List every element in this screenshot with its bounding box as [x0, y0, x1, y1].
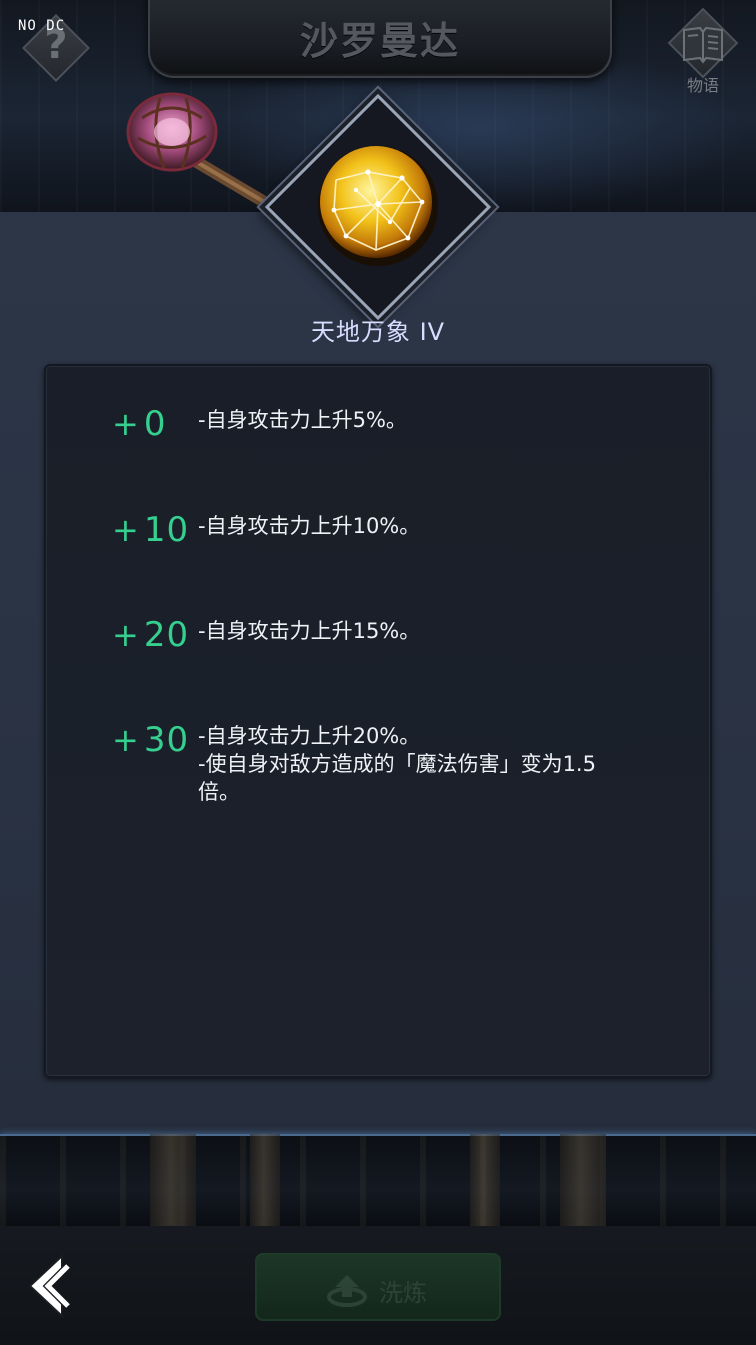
level-line: -自身攻击力上升15%。 [198, 619, 421, 643]
rune-info-panel: +0 -自身攻击力上升5%。 +10 -自身攻击力上升10%。 +20 -自身攻… [44, 364, 712, 1078]
level-description: -自身攻击力上升10%。 [198, 512, 668, 540]
level-tag: +20 [112, 615, 190, 655]
pillar-decor [250, 1134, 280, 1226]
level-line: -自身攻击力上升20%。 [198, 724, 421, 748]
pillar-decor [560, 1134, 606, 1226]
debug-label: NO DC [18, 18, 66, 34]
page-title: 沙罗曼达 [299, 19, 460, 63]
story-label: 物语 [686, 76, 719, 95]
rune-name: 天地万象 IV [310, 318, 446, 346]
level-line: -使自身对敌方造成的「魔法伤害」变为1.5 [198, 752, 596, 776]
level-tag: +30 [112, 720, 190, 760]
level-line: -自身攻击力上升5%。 [198, 408, 407, 432]
refine-upload-icon [327, 1275, 367, 1307]
level-tag: +10 [112, 510, 190, 550]
level-description: -自身攻击力上升5%。 [198, 406, 668, 434]
level-description: -自身攻击力上升15%。 [198, 617, 668, 645]
refine-label: 洗炼 [379, 1279, 427, 1307]
pillar-decor [470, 1134, 500, 1226]
book-icon [683, 26, 723, 64]
level-tag: +0 [112, 404, 167, 444]
level-description: -自身攻击力上升20%。 -使自身对敌方造成的「魔法伤害」变为1.5 倍。 [198, 722, 668, 806]
level-line: -自身攻击力上升10%。 [198, 514, 421, 538]
story-button[interactable]: 物语 [660, 7, 746, 95]
staff-icon [126, 92, 290, 218]
level-line: 倍。 [198, 780, 240, 804]
back-arrow-icon[interactable] [22, 1252, 72, 1322]
rune-orb-icon [318, 146, 438, 266]
refine-button[interactable]: 洗炼 [255, 1253, 501, 1321]
bottom-scene-background [0, 1134, 756, 1226]
pillar-decor [150, 1134, 196, 1226]
